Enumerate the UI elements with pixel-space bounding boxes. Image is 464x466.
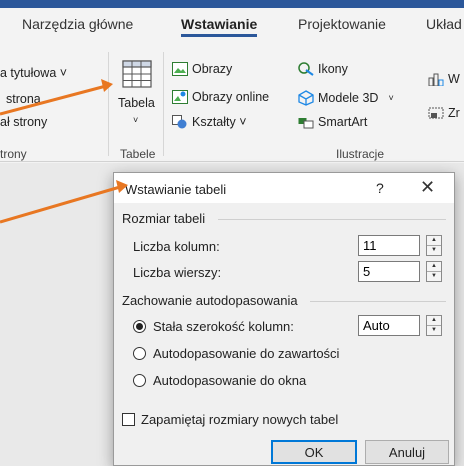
chevron-down-icon: ˅: [388, 93, 394, 103]
picture-icon: [172, 62, 188, 76]
rows-spinner[interactable]: ▲ ▼: [426, 261, 442, 282]
pictures-button[interactable]: Obrazy: [172, 62, 232, 76]
smartart-button[interactable]: SmartArt: [298, 115, 367, 129]
3d-models-label: Modele 3D: [318, 91, 379, 105]
tab-insert[interactable]: Wstawianie: [181, 16, 258, 37]
fixed-width-input[interactable]: [358, 315, 420, 336]
title-bar: [0, 0, 464, 8]
screenshot-icon: [428, 107, 444, 119]
screenshot-button[interactable]: Zr: [428, 106, 460, 120]
close-icon[interactable]: ✕: [420, 177, 435, 198]
spin-down-icon[interactable]: ▼: [427, 246, 441, 256]
cover-page-button[interactable]: a tytułowa ˅: [0, 66, 67, 80]
ribbon-tabs: Narzędzia główne Wstawianie Projektowani…: [0, 8, 464, 38]
divider: [218, 219, 446, 220]
autofit-window-option[interactable]: Autodopasowanie do okna: [133, 373, 306, 388]
online-picture-icon: [172, 90, 188, 104]
group-separator: [163, 52, 164, 156]
3d-models-button[interactable]: Modele 3D ˅: [298, 90, 394, 106]
chart-icon: [428, 73, 444, 86]
table-button-label: Tabela: [118, 96, 155, 110]
cube-icon: [298, 90, 314, 106]
cover-page-label: a tytułowa ˅: [0, 66, 68, 80]
table-icon: [122, 60, 152, 88]
autofit-contents-option[interactable]: Autodopasowanie do zawartości: [133, 346, 339, 361]
blank-page-button[interactable]: strona: [6, 92, 41, 106]
columns-spinner[interactable]: ▲ ▼: [426, 235, 442, 256]
remember-dimensions-label: Zapamiętaj rozmiary nowych tabel: [141, 412, 339, 427]
insert-table-dialog: Wstawianie tabeli ? ✕ Rozmiar tabeli Lic…: [113, 172, 455, 466]
icons-label: Ikony: [318, 62, 348, 76]
cancel-button[interactable]: Anuluj: [365, 440, 449, 464]
autofit-window-label: Autodopasowanie do okna: [153, 373, 307, 388]
spin-up-icon[interactable]: ▲: [427, 316, 441, 326]
spin-up-icon[interactable]: ▲: [427, 236, 441, 246]
tab-design[interactable]: Projektowanie: [298, 16, 386, 32]
group-label-pages: trony: [0, 147, 27, 161]
blank-page-label: strona: [6, 92, 41, 106]
smartart-label: SmartArt: [318, 115, 368, 129]
columns-input[interactable]: [358, 235, 420, 256]
pictures-label: Obrazy: [192, 62, 233, 76]
shapes-icon: [172, 115, 187, 129]
shapes-label: Kształty ˅: [192, 115, 247, 129]
radio-icon[interactable]: [133, 347, 146, 360]
radio-checked-icon[interactable]: [133, 320, 146, 333]
group-separator: [108, 52, 109, 156]
spin-up-icon[interactable]: ▲: [427, 262, 441, 272]
tab-layout[interactable]: Układ: [426, 16, 462, 32]
icons-button[interactable]: Ikony: [298, 62, 348, 76]
spin-down-icon[interactable]: ▼: [427, 272, 441, 282]
shapes-button[interactable]: Kształty ˅: [172, 115, 247, 129]
table-button[interactable]: Tabela ˅: [115, 58, 159, 132]
divider: [310, 301, 446, 302]
section-table-size: Rozmiar tabeli: [122, 211, 206, 226]
group-label-tables: Tabele: [120, 147, 156, 161]
charts-button[interactable]: W: [428, 72, 460, 86]
autofit-contents-label: Autodopasowanie do zawartości: [153, 346, 340, 361]
spin-down-icon[interactable]: ▼: [427, 326, 441, 336]
section-autofit: Zachowanie autodopasowania: [122, 293, 298, 308]
fixed-width-label: Stała szerokość kolumn:: [153, 319, 294, 334]
remember-dimensions-option[interactable]: Zapamiętaj rozmiary nowych tabel: [122, 412, 338, 427]
columns-label: Liczba kolumn:: [133, 239, 220, 254]
page-break-button[interactable]: ał strony: [0, 115, 47, 129]
chevron-down-icon: ˅: [133, 115, 139, 125]
charts-label: W: [448, 72, 460, 86]
fixed-width-option[interactable]: Stała szerokość kolumn:: [133, 319, 294, 334]
rows-label: Liczba wierszy:: [133, 265, 222, 280]
ok-button[interactable]: OK: [271, 440, 357, 464]
smartart-icon: [298, 118, 314, 129]
page-break-label: ał strony: [0, 115, 48, 129]
tab-home[interactable]: Narzędzia główne: [22, 16, 133, 32]
fixed-width-spinner[interactable]: ▲ ▼: [426, 315, 442, 336]
help-button[interactable]: ?: [376, 180, 384, 196]
icons-icon: [298, 62, 314, 76]
online-pictures-button[interactable]: Obrazy online: [172, 90, 269, 104]
screenshot-label: Zr: [448, 106, 460, 120]
checkbox-icon[interactable]: [122, 413, 135, 426]
group-label-illustrations: Ilustracje: [336, 147, 385, 161]
radio-icon[interactable]: [133, 374, 146, 387]
rows-input[interactable]: [358, 261, 420, 282]
dialog-title: Wstawianie tabeli: [125, 182, 227, 197]
online-pictures-label: Obrazy online: [192, 90, 270, 104]
